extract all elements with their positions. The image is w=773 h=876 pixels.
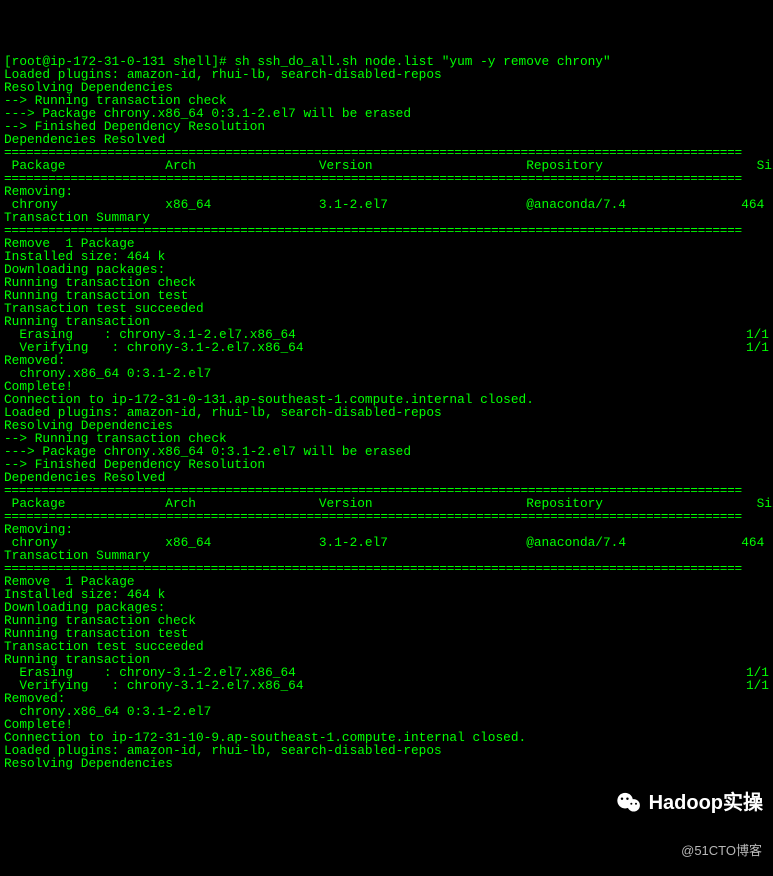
terminal-output: [root@ip-172-31-0-131 shell]# sh ssh_do_… bbox=[4, 55, 769, 770]
wechat-icon bbox=[615, 789, 643, 817]
watermark: Hadoop实操 @51CTO博客 bbox=[615, 763, 763, 870]
watermark-subtitle: @51CTO博客 bbox=[615, 844, 762, 857]
watermark-title: Hadoop实操 bbox=[649, 797, 763, 810]
